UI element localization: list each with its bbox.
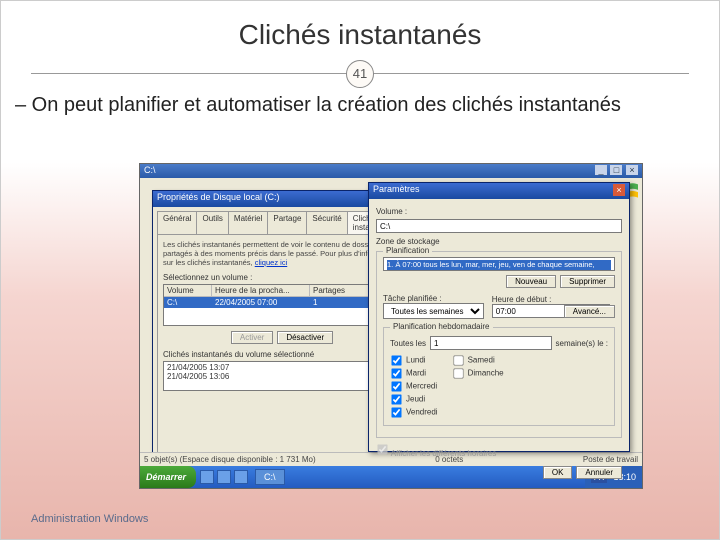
show-multiple-check[interactable]: Afficher les différents horaires [376,443,496,458]
planification-group: Planification 1. À 07:00 tous les lun, m… [376,251,622,438]
volume-listbox[interactable]: Volume Heure de la procha... Partages C:… [163,284,401,326]
dlg1-title: Propriétés de Disque local (C:) [157,192,280,206]
day-lundi[interactable]: Lundi [390,354,438,367]
day-dimanche[interactable]: Dimanche [452,367,504,380]
start-label: Heure de début : [492,295,560,304]
explorer-titlebar: C:\ _ □ × [140,164,642,178]
tab-general[interactable]: Général [157,211,197,234]
divider: 41 [31,73,689,74]
every-input[interactable] [430,336,552,350]
plan-group-title: Planification [383,246,432,255]
col-next: Heure de la procha... [212,285,310,296]
col-volume: Volume [164,285,212,296]
screenshot-desktop: C:\ _ □ × Propriétés de Disque local (C:… [139,163,643,489]
schedule-list[interactable]: 1. À 07:00 tous les lun, mar, mer, jeu, … [383,257,615,271]
list-item[interactable]: 21/04/2005 13:07 [167,363,397,372]
help-text: Les clichés instantanés permettent de vo… [163,240,401,267]
cancel-button[interactable]: Annuler [576,466,622,479]
snapshots-label: Clichés instantanés du volume sélectionn… [163,350,401,359]
help-link[interactable]: cliquez ici [255,258,288,267]
bullet-text: – On peut planifier et automatiser la cr… [1,84,719,118]
advanced-button[interactable]: Avancé... [564,305,615,318]
day-mardi[interactable]: Mardi [390,367,438,380]
days-checkboxes: Lundi Mardi Mercredi Jeudi Vendredi Same… [390,354,608,419]
close-icon[interactable]: × [613,184,625,196]
quick-launch[interactable] [200,470,248,484]
day-vendredi[interactable]: Vendredi [390,406,438,419]
page-number-badge: 41 [346,60,374,88]
list-item[interactable]: 21/04/2005 13:06 [167,372,397,381]
slide-footer: Administration Windows [31,513,148,525]
volume-input[interactable] [376,219,622,233]
task-label: Tâche planifiée : [383,294,488,303]
weekly-group: Planification hebdomadaire Toutes les se… [383,327,615,426]
tab-partage[interactable]: Partage [267,211,307,234]
day-mercredi[interactable]: Mercredi [390,380,438,393]
window-buttons[interactable]: _ □ × [594,165,638,177]
tab-materiel[interactable]: Matériel [228,211,268,234]
delete-button[interactable]: Supprimer [560,275,615,288]
weekly-group-title: Planification hebdomadaire [390,322,493,331]
ok-button[interactable]: OK [543,466,573,479]
explorer-title-text: C:\ [144,165,156,177]
storage-label: Zone de stockage [376,237,622,246]
dlg2-titlebar: Paramètres × [369,183,629,199]
ql-icon[interactable] [234,470,248,484]
start-button[interactable]: Démarrer [140,466,196,488]
day-samedi[interactable]: Samedi [452,354,504,367]
volume-label: Volume : [376,207,407,216]
tab-outils[interactable]: Outils [196,211,228,234]
dlg2-title: Paramètres [373,184,420,198]
schedule-item[interactable]: 1. À 07:00 tous les lun, mar, mer, jeu, … [387,260,611,271]
close-icon[interactable]: × [626,165,638,175]
volume-row[interactable]: C:\ 22/04/2005 07:00 1 [164,297,400,308]
snapshots-list[interactable]: 21/04/2005 13:07 21/04/2005 13:06 [163,361,401,391]
slide-title: Clichés instantanés [1,1,719,59]
maximize-icon[interactable]: □ [610,165,622,175]
ql-icon[interactable] [217,470,231,484]
tab-securite[interactable]: Sécurité [306,211,347,234]
ql-icon[interactable] [200,470,214,484]
dlg2-body: Volume : Zone de stockage Planification … [369,199,629,466]
select-volume-label: Sélectionnez un volume : [163,273,401,282]
new-button[interactable]: Nouveau [506,275,556,288]
taskbar-task[interactable]: C:\ [255,469,285,485]
activate-button[interactable]: Activer [231,331,273,344]
status-objects: 5 objet(s) (Espace disque disponible : 1… [144,455,316,464]
every-label: Toutes les [390,339,426,348]
day-jeudi[interactable]: Jeudi [390,393,438,406]
minimize-icon[interactable]: _ [595,165,607,175]
settings-dialog: Paramètres × Volume : Zone de stockage P… [368,182,630,452]
deactivate-button[interactable]: Désactiver [277,331,333,344]
task-select[interactable]: Toutes les semaines [383,303,484,319]
every-unit: semaine(s) le : [556,339,608,348]
